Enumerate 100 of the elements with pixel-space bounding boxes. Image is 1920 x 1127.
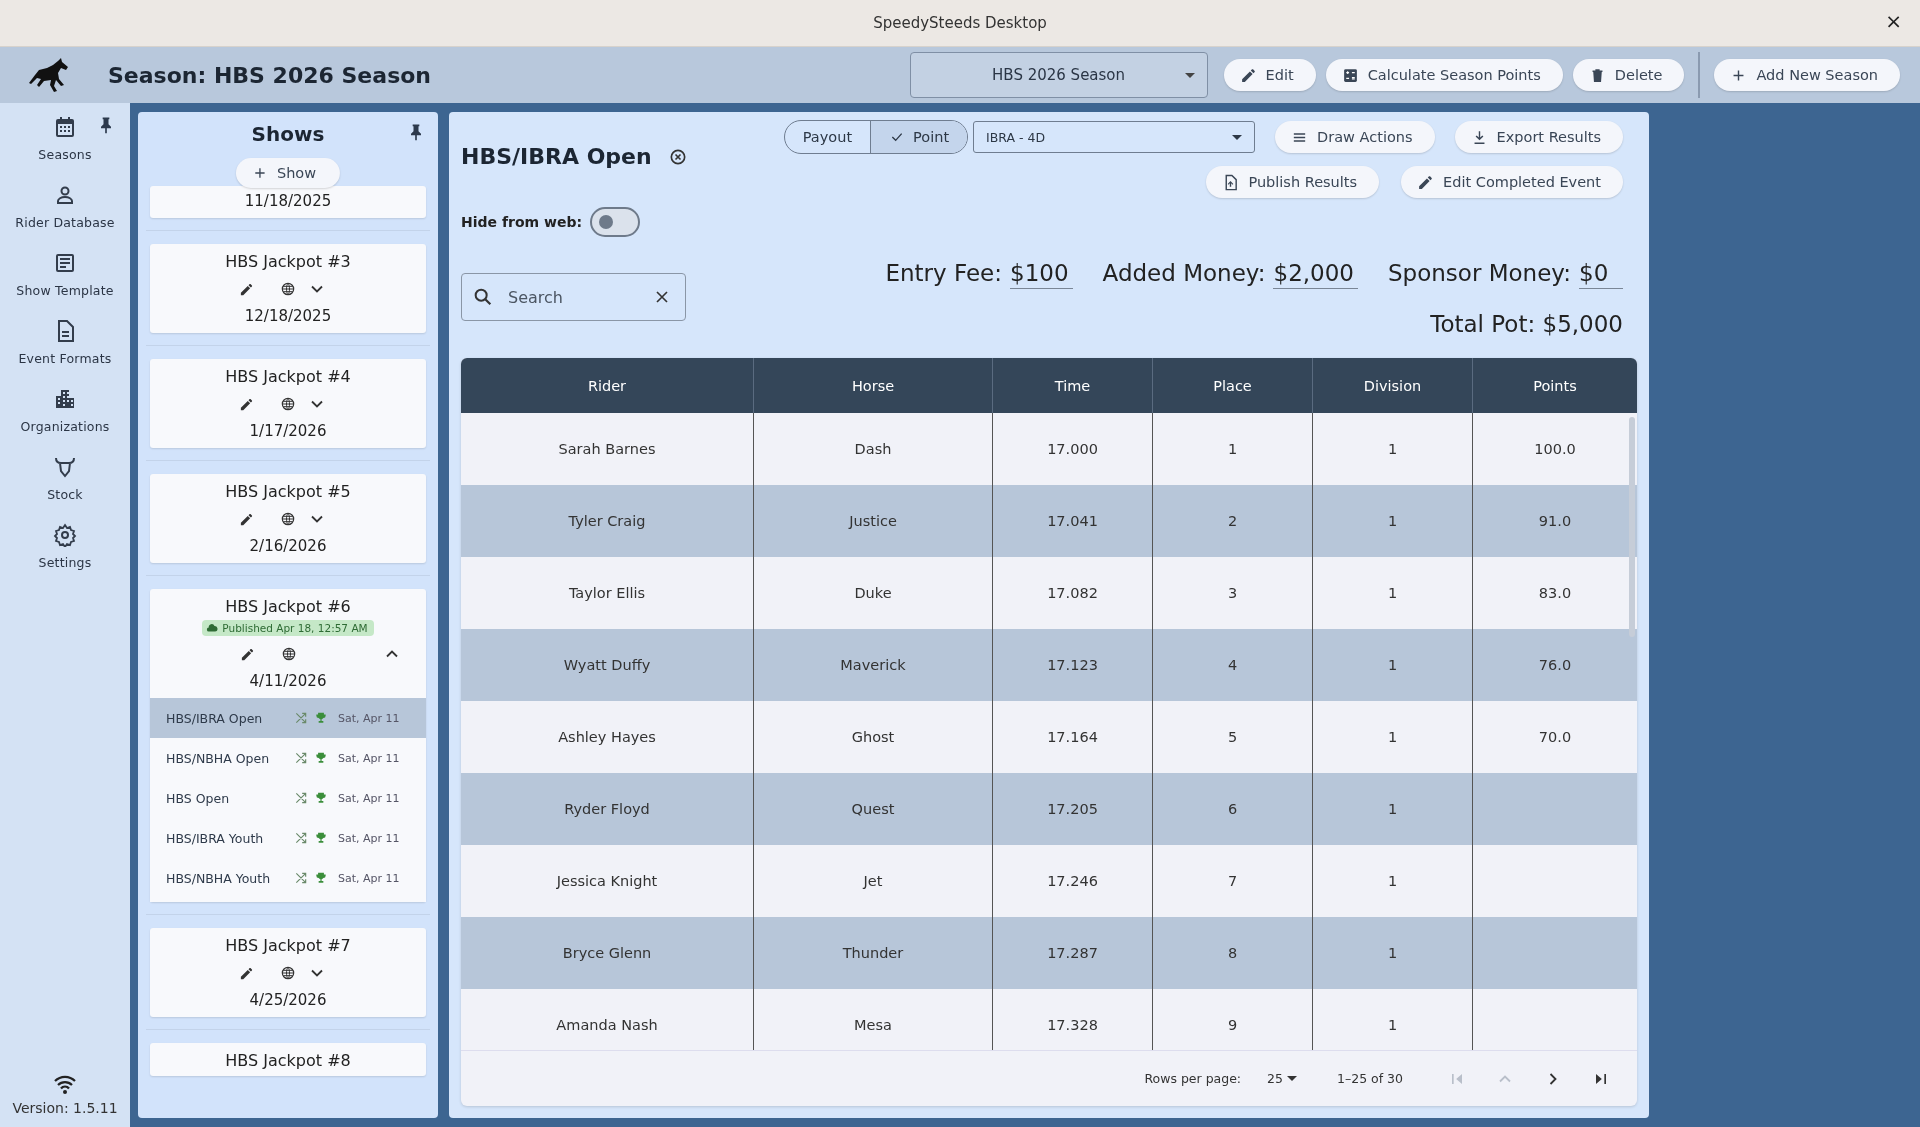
wifi-icon — [53, 1074, 77, 1094]
show-title: HBS Jackpot #5 — [225, 482, 351, 501]
event-item[interactable]: HBS Open Sat, Apr 11 — [150, 778, 426, 818]
table-cell: Justice — [753, 485, 992, 557]
column-header[interactable]: Place — [1152, 358, 1312, 413]
table-cell: 17.041 — [992, 485, 1152, 557]
table-cell: 76.0 — [1472, 629, 1637, 701]
table-cell: 17.328 — [992, 989, 1152, 1050]
table-cell: Bryce Glenn — [461, 917, 753, 989]
column-header[interactable]: Rider — [461, 358, 753, 413]
header-button[interactable]: Delete — [1572, 59, 1685, 91]
table-cell: 91.0 — [1472, 485, 1637, 557]
header-button[interactable]: Calculate Season Points — [1325, 59, 1563, 91]
show-card[interactable]: HBS Jackpot #4 1/17/2026 — [150, 359, 426, 448]
table-cell: Wyatt Duffy — [461, 629, 753, 701]
show-date: 4/25/2026 — [249, 991, 327, 1009]
show-card[interactable]: 11/18/2025 — [150, 186, 426, 218]
table-cell: 1 — [1312, 917, 1472, 989]
season-title: Season: HBS 2026 Season — [108, 62, 432, 88]
event-item[interactable]: HBS/NBHA Open Sat, Apr 11 — [150, 738, 426, 778]
table-cell: 17.123 — [992, 629, 1152, 701]
season-select[interactable]: HBS 2026 Season — [909, 52, 1208, 98]
shuffle-icon — [294, 791, 308, 805]
table-cell: 4 — [1152, 629, 1312, 701]
rows-per-page-select[interactable]: 25 — [1267, 1071, 1297, 1086]
money-field[interactable]: $0 — [1579, 260, 1623, 289]
table-cell: 1 — [1312, 629, 1472, 701]
table-cell: 1 — [1312, 773, 1472, 845]
show-card[interactable]: HBS Jackpot #8 — [150, 1043, 426, 1076]
table-cell: 17.205 — [992, 773, 1152, 845]
show-card[interactable]: HBS Jackpot #5 2/16/2026 — [150, 474, 426, 563]
table-cell-text: Ashley Hayes — [557, 728, 657, 747]
globe-icon — [280, 511, 297, 527]
pencil-icon — [1417, 173, 1435, 191]
format-select[interactable]: IBRA - 4D — [973, 121, 1256, 153]
mode-toggle-button[interactable]: Point — [870, 121, 968, 153]
hide-from-web-label: Hide from web: — [461, 214, 583, 230]
table-cell: Tyler Craig — [461, 485, 753, 557]
nav-item[interactable]: Stock — [47, 451, 83, 519]
toggle-switch[interactable] — [590, 207, 641, 237]
header-button[interactable]: Add New Season — [1714, 59, 1900, 91]
search-icon — [472, 286, 494, 308]
action-button[interactable]: Draw Actions — [1275, 121, 1435, 153]
nav-item[interactable]: Show Template — [16, 247, 114, 315]
nav-item[interactable]: Settings — [38, 519, 92, 587]
trophy-icon — [314, 791, 328, 805]
table-cell: 2 — [1152, 485, 1312, 557]
caret-icon — [1232, 134, 1243, 140]
table-cell: Ryder Floyd — [461, 773, 753, 845]
table-cell: Thunder — [753, 917, 992, 989]
page-range: 1–25 of 30 — [1337, 1071, 1403, 1086]
action-button[interactable]: Publish Results — [1206, 166, 1380, 198]
panel-title: Shows — [251, 122, 325, 146]
event-item[interactable]: HBS/IBRA Youth Sat, Apr 11 — [150, 818, 426, 858]
trophy-icon — [314, 711, 328, 725]
show-title: HBS Jackpot #8 — [225, 1051, 351, 1070]
nav-item[interactable]: Seasons — [38, 111, 92, 179]
column-header[interactable]: Division — [1312, 358, 1472, 413]
window-title: SpeedySteeds Desktop — [873, 14, 1047, 32]
scrollbar[interactable] — [1629, 417, 1635, 637]
money-label: Entry Fee: — [885, 260, 1002, 286]
table-cell-text: Sarah Barnes — [557, 440, 657, 459]
show-title: HBS Jackpot #6 — [225, 597, 351, 616]
search-field[interactable]: Search — [461, 273, 686, 321]
total-pot: Total Pot: $5,000 — [1430, 311, 1623, 337]
event-item[interactable]: HBS/NBHA Youth Sat, Apr 11 — [150, 858, 426, 898]
action-button[interactable]: Edit Completed Event — [1401, 166, 1623, 198]
nav-item[interactable]: Event Formats — [18, 315, 112, 383]
show-card[interactable]: HBS Jackpot #6 Published Apr 18, 12:57 AM 4/11/2026 HBS/IBRA Open Sat, Apr 11 HBS/NBHA Open Sat, Apr 11 HBS Open Sat, Apr 11 HBS/IBRA Youth Sat, Apr 11 HBS/NBHA Youth Sat, Apr 11 — [150, 589, 426, 902]
trophy-icon — [314, 751, 328, 765]
column-header[interactable]: Time — [992, 358, 1152, 413]
column-header[interactable]: Horse — [753, 358, 992, 413]
shuffle-icon — [294, 871, 308, 885]
show-card[interactable]: HBS Jackpot #7 4/25/2026 — [150, 928, 426, 1017]
table-cell-text: Amanda Nash — [555, 1016, 659, 1035]
caret-icon — [1287, 1076, 1297, 1081]
shuffle-icon — [294, 831, 308, 845]
show-card[interactable]: HBS Jackpot #3 12/18/2025 — [150, 244, 426, 333]
pencil-icon — [239, 281, 255, 297]
search-input[interactable]: Search — [506, 286, 640, 308]
money-field[interactable]: $2,000 — [1273, 260, 1358, 289]
add-show-button[interactable]: Show — [235, 158, 341, 188]
mode-toggle-button[interactable]: Payout — [784, 121, 871, 153]
show-title: HBS Jackpot #7 — [225, 936, 351, 955]
action-button[interactable]: Export Results — [1454, 121, 1623, 153]
globe-icon — [280, 281, 297, 297]
show-date: 1/17/2026 — [249, 422, 327, 440]
pencil-icon — [1239, 66, 1257, 84]
globe-icon — [280, 396, 297, 412]
globe-icon — [280, 646, 297, 662]
globe-icon — [280, 965, 297, 981]
table-cell-text: Taylor Ellis — [567, 584, 647, 603]
close-button[interactable]: × — [1885, 11, 1902, 31]
nav-item[interactable]: Organizations — [20, 383, 110, 451]
event-item[interactable]: HBS/IBRA Open Sat, Apr 11 — [150, 698, 426, 738]
table-cell: 6 — [1152, 773, 1312, 845]
header-button[interactable]: Edit — [1223, 59, 1316, 91]
nav-item[interactable]: Rider Database — [15, 179, 115, 247]
money-field[interactable]: $100 — [1010, 260, 1073, 289]
column-header[interactable]: Points — [1472, 358, 1637, 413]
